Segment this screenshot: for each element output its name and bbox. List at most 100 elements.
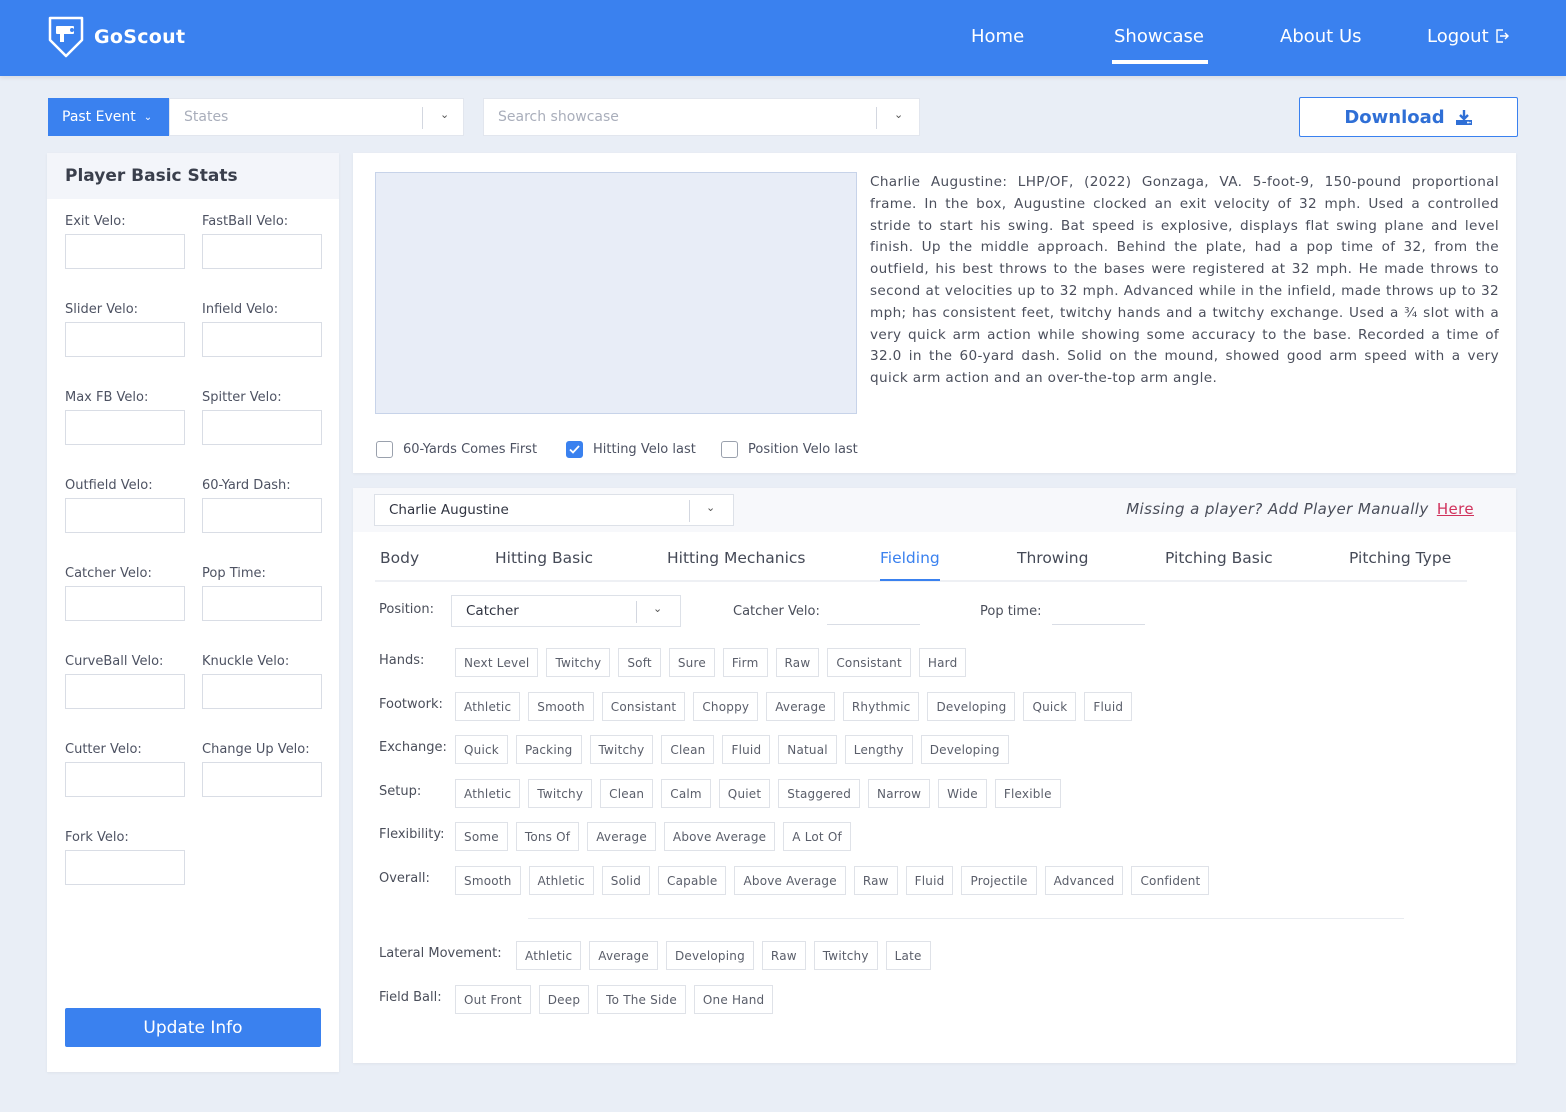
chip[interactable]: A Lot Of — [783, 822, 851, 851]
chip[interactable]: To The Side — [597, 985, 686, 1014]
pop-time-input[interactable] — [202, 586, 322, 621]
curveball-velo-input[interactable] — [65, 674, 185, 709]
chip[interactable]: Rhythmic — [842, 692, 920, 721]
chip[interactable]: Next Level — [455, 648, 539, 677]
chip[interactable]: Advanced — [1044, 866, 1124, 895]
slider-velo-input[interactable] — [65, 322, 185, 357]
chip[interactable]: Twitchy — [546, 648, 611, 677]
tab-hitting-basic[interactable]: Hitting Basic — [495, 549, 593, 567]
chip[interactable]: Firm — [722, 648, 768, 677]
chip[interactable]: Raw — [853, 866, 898, 895]
option-hitting-velo-last[interactable]: Hitting Velo last — [566, 441, 696, 458]
option-position-velo-last[interactable]: Position Velo last — [721, 441, 858, 458]
catcher-velo-input[interactable] — [65, 586, 185, 621]
chip[interactable]: One Hand — [693, 985, 774, 1014]
download-button[interactable]: Download — [1299, 97, 1518, 137]
add-player-link[interactable]: Here — [1437, 500, 1474, 518]
tab-pitching-basic[interactable]: Pitching Basic — [1165, 549, 1273, 567]
chip[interactable]: Quiet — [718, 779, 771, 808]
chip[interactable]: Fluid — [905, 866, 954, 895]
past-event-dropdown[interactable]: Past Event ⌄ — [48, 98, 169, 136]
tab-throwing[interactable]: Throwing — [1017, 549, 1088, 567]
chip[interactable]: Confident — [1131, 866, 1210, 895]
chip[interactable]: Smooth — [455, 866, 521, 895]
chip[interactable]: Smooth — [528, 692, 594, 721]
chip[interactable]: Hard — [918, 648, 967, 677]
chip[interactable]: Athletic — [516, 941, 582, 970]
cutter-velo-input[interactable] — [65, 762, 185, 797]
chip[interactable]: Average — [766, 692, 835, 721]
fastball-velo-input[interactable] — [202, 234, 322, 269]
chip[interactable]: Above Average — [663, 822, 776, 851]
chip[interactable]: Quick — [455, 735, 508, 764]
chip[interactable]: Fluid — [1084, 692, 1133, 721]
tab-body[interactable]: Body — [380, 549, 419, 567]
catcher-velo-input[interactable] — [827, 595, 920, 625]
chip[interactable]: Above Average — [734, 866, 846, 895]
checkbox[interactable] — [376, 441, 393, 458]
update-info-button[interactable]: Update Info — [65, 1008, 321, 1047]
player-select[interactable]: Charlie Augustine ⌄ — [374, 494, 734, 526]
brand-logo[interactable]: GoScout — [46, 14, 185, 60]
chip[interactable]: Fluid — [722, 735, 771, 764]
chip[interactable]: Developing — [927, 692, 1016, 721]
chip[interactable]: Athletic — [455, 779, 521, 808]
chip[interactable]: Lengthy — [844, 735, 913, 764]
chip[interactable]: Clean — [600, 779, 654, 808]
exit-velo-input[interactable] — [65, 234, 185, 269]
chip[interactable]: Athletic — [455, 692, 521, 721]
chip[interactable]: Average — [589, 941, 658, 970]
chip[interactable]: Raw — [775, 648, 820, 677]
chip[interactable]: Average — [587, 822, 656, 851]
chip[interactable]: Capable — [658, 866, 727, 895]
chip[interactable]: Choppy — [693, 692, 759, 721]
chip[interactable]: Soft — [618, 648, 661, 677]
change-up-velo-input[interactable] — [202, 762, 322, 797]
chip[interactable]: Raw — [761, 941, 806, 970]
max-fb-velo-input[interactable] — [65, 410, 185, 445]
fork-velo-input[interactable] — [65, 850, 185, 885]
nav-home[interactable]: Home — [971, 26, 1024, 47]
outfield-velo-input[interactable] — [65, 498, 185, 533]
chip[interactable]: Packing — [515, 735, 582, 764]
player-video-placeholder[interactable] — [375, 172, 857, 414]
checkbox-checked[interactable] — [566, 441, 583, 458]
chip[interactable]: Natual — [778, 735, 837, 764]
option-60-yards-first[interactable]: 60-Yards Comes First — [376, 441, 537, 458]
chip[interactable]: Some — [455, 822, 508, 851]
chip[interactable]: Twitchy — [528, 779, 593, 808]
tab-hitting-mechanics[interactable]: Hitting Mechanics — [667, 549, 806, 567]
chip[interactable]: Narrow — [868, 779, 931, 808]
chip[interactable]: Consistant — [601, 692, 686, 721]
chip[interactable]: Flexible — [994, 779, 1061, 808]
nav-showcase[interactable]: Showcase — [1112, 26, 1208, 64]
knuckle-velo-input[interactable] — [202, 674, 322, 709]
chip[interactable]: Quick — [1023, 692, 1077, 721]
chip[interactable]: Athletic — [528, 866, 594, 895]
chip[interactable]: Wide — [938, 779, 987, 808]
chip[interactable]: Deep — [538, 985, 590, 1014]
position-select[interactable]: Catcher ⌄ — [451, 595, 681, 627]
chip[interactable]: Tons Of — [515, 822, 580, 851]
chip[interactable]: Staggered — [778, 779, 861, 808]
chip[interactable]: Twitchy — [813, 941, 878, 970]
states-select[interactable]: States ⌄ — [169, 98, 464, 136]
chip[interactable]: Projectile — [961, 866, 1037, 895]
chip[interactable]: Late — [885, 941, 931, 970]
chip[interactable]: Developing — [665, 941, 754, 970]
chip[interactable]: Calm — [661, 779, 711, 808]
chip[interactable]: Developing — [920, 735, 1009, 764]
chip[interactable]: Consistant — [827, 648, 911, 677]
search-showcase-select[interactable]: Search showcase ⌄ — [483, 98, 920, 136]
nav-about-us[interactable]: About Us — [1280, 26, 1362, 47]
spitter-velo-input[interactable] — [202, 410, 322, 445]
nav-logout[interactable]: Logout — [1427, 26, 1509, 47]
chip[interactable]: Sure — [668, 648, 715, 677]
sixty-yard-dash-input[interactable] — [202, 498, 322, 533]
chip[interactable]: Clean — [661, 735, 715, 764]
checkbox[interactable] — [721, 441, 738, 458]
chip[interactable]: Out Front — [455, 985, 531, 1014]
tab-fielding[interactable]: Fielding — [880, 549, 940, 581]
pop-time-input[interactable] — [1052, 595, 1145, 625]
chip[interactable]: Twitchy — [589, 735, 654, 764]
